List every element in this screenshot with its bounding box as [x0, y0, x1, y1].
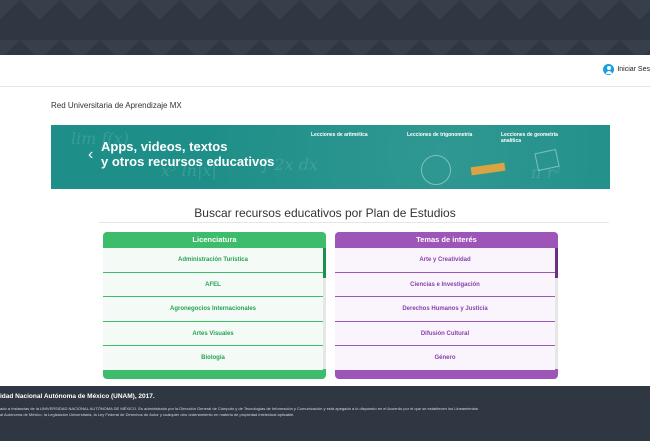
top-navbar — [0, 0, 650, 55]
page-content: Iniciar Ses Red Universitaria de Aprendi… — [0, 55, 650, 386]
list-item[interactable]: Agronegocios Internacionales — [103, 297, 323, 322]
banner-headline: Apps, videos, textos y otros recursos ed… — [101, 139, 274, 169]
footer-legal-line2: al Autónoma de México, la Legislación Un… — [0, 412, 295, 417]
banner-headline-line1: Apps, videos, textos — [101, 139, 228, 154]
search-section-title: Buscar recursos educativos por Plan de E… — [194, 206, 456, 220]
licenciatura-panel: Licenciatura Administración Turística AF… — [103, 232, 326, 379]
list-item[interactable]: Artes Visuales — [103, 321, 323, 346]
user-icon — [603, 64, 615, 75]
list-item[interactable]: Biología — [103, 346, 323, 371]
list-item[interactable]: Género — [335, 346, 555, 371]
banner-link-trigonometria[interactable]: Lecciones de trigonometría — [407, 132, 472, 138]
temas-scrollbar[interactable] — [555, 248, 558, 369]
ruler-doodle — [470, 162, 506, 176]
circle-doodle — [421, 155, 451, 185]
list-item[interactable]: Ciencias e Investigación — [335, 272, 555, 297]
banner-link-aritmetica[interactable]: Lecciones de aritmética — [311, 132, 368, 138]
licenciatura-scrollbar[interactable] — [323, 248, 326, 369]
banner-link-geometria[interactable]: Lecciones de geometría analítica — [501, 132, 561, 144]
list-item[interactable]: Administración Turística — [103, 248, 323, 273]
site-title: Red Universitaria de Aprendizaje MX — [51, 101, 182, 110]
scrollbar-thumb[interactable] — [323, 248, 326, 278]
licenciatura-panel-title: Licenciatura — [192, 235, 237, 244]
temas-list: Arte y Creatividad Ciencias e Investigac… — [335, 248, 555, 371]
login-label: Iniciar Ses — [617, 66, 650, 73]
list-item[interactable]: Difusión Cultural — [335, 321, 555, 346]
footer-legal: ado a Instancias de la UNIVERSIDAD NACIO… — [0, 406, 478, 418]
user-bar: Iniciar Ses — [0, 55, 650, 87]
temas-panel: Temas de interés Arte y Creatividad Cien… — [335, 232, 558, 379]
licenciatura-list: Administración Turística AFEL Agronegoci… — [103, 248, 323, 371]
login-link[interactable]: Iniciar Ses — [603, 64, 650, 75]
scrollbar-thumb[interactable] — [555, 248, 558, 278]
site-footer: idad Nacional Autónoma de México (UNAM),… — [0, 386, 650, 441]
temas-panel-title: Temas de interés — [416, 235, 477, 244]
hero-banner[interactable]: lim 𝑓(x) x³ ln|x| ∫ 2x dx π r² ‹ Apps, v… — [51, 125, 610, 189]
list-item[interactable]: Arte y Creatividad — [335, 248, 555, 273]
list-item[interactable]: AFEL — [103, 272, 323, 297]
chevron-left-icon[interactable]: ‹ — [88, 146, 93, 164]
section-divider — [99, 222, 609, 223]
footer-copyright: idad Nacional Autónoma de México (UNAM),… — [0, 393, 155, 400]
list-item[interactable]: Derechos Humanos y Justicia — [335, 297, 555, 322]
banner-headline-line2: y otros recursos educativos — [101, 154, 275, 169]
